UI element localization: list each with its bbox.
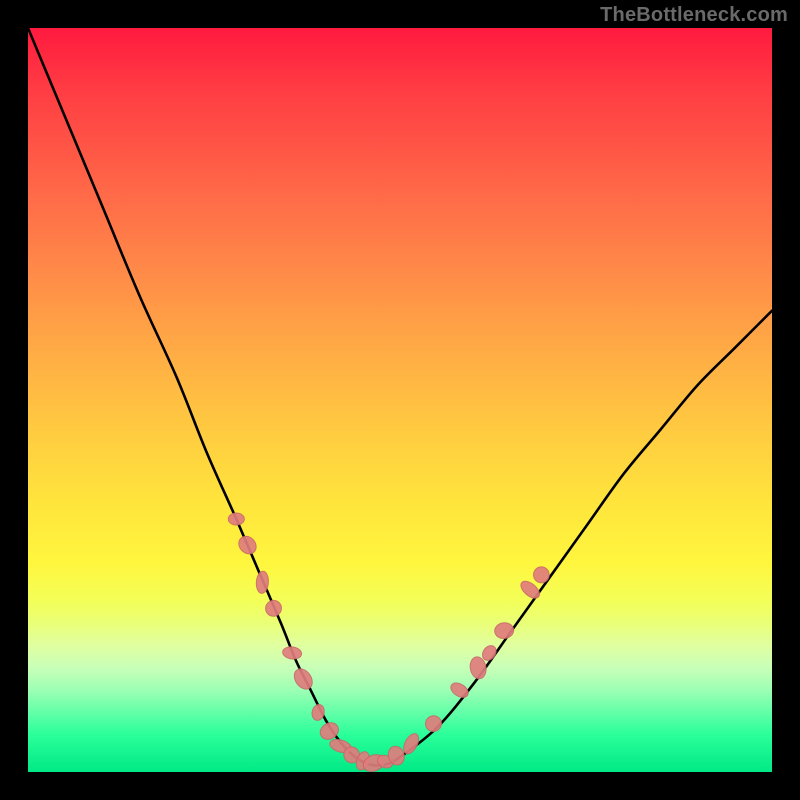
- chart-marker: [448, 680, 470, 700]
- chart-marker: [494, 622, 515, 640]
- chart-marker: [282, 646, 302, 661]
- chart-marker: [533, 566, 549, 583]
- chart-marker: [262, 597, 284, 619]
- chart-marker: [228, 513, 244, 525]
- chart-marker: [235, 533, 259, 558]
- watermark-text: TheBottleneck.com: [600, 4, 788, 27]
- chart-frame: TheBottleneck.com: [0, 0, 800, 800]
- chart-overlay-svg: [28, 28, 772, 772]
- chart-curve: [28, 28, 772, 765]
- chart-markers-group: [228, 513, 549, 772]
- chart-marker: [291, 666, 316, 693]
- chart-marker: [424, 714, 443, 733]
- chart-marker: [311, 703, 326, 721]
